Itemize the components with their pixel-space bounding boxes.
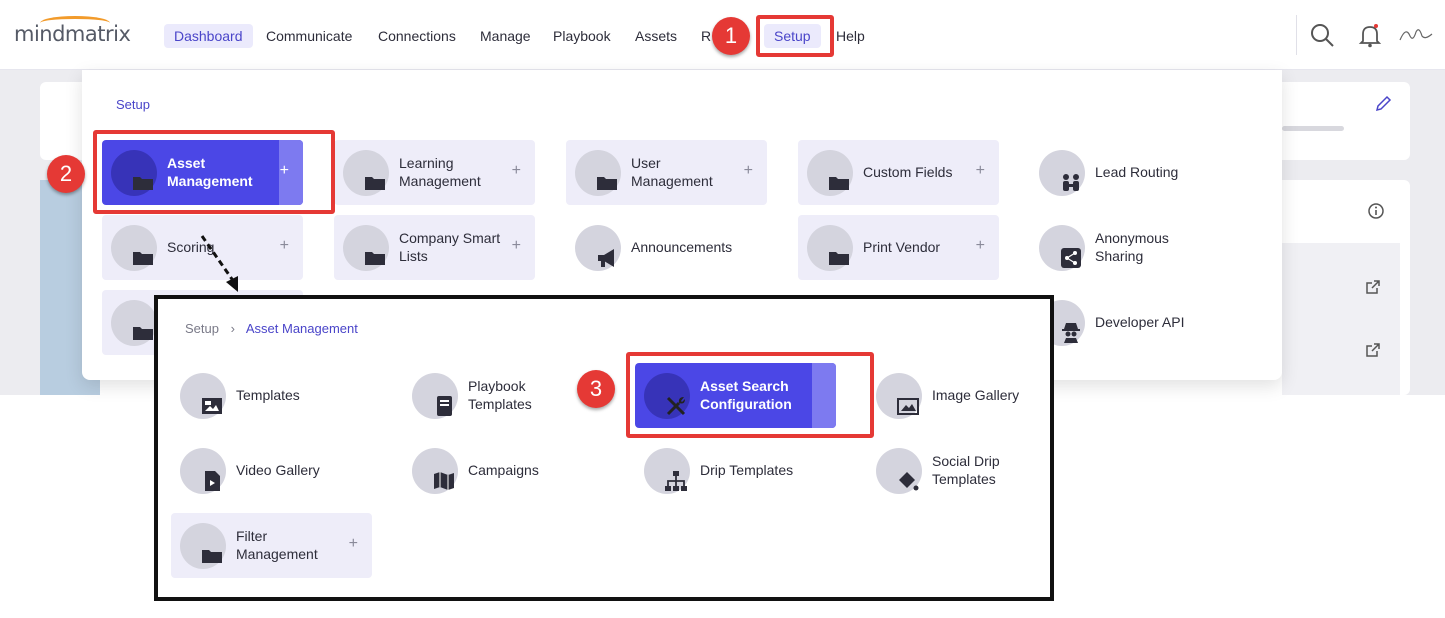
menu-breadcrumb[interactable]: Setup bbox=[116, 97, 150, 112]
book-icon bbox=[437, 396, 452, 416]
tile-playbook-templates[interactable]: Playbook Templates bbox=[403, 363, 604, 428]
step-badge-1: 1 bbox=[712, 17, 750, 55]
tile-announcements[interactable]: Announcements bbox=[566, 215, 767, 280]
nav-dashboard[interactable]: Dashboard bbox=[164, 24, 253, 48]
sitemap-icon bbox=[665, 471, 687, 491]
dashed-arrow bbox=[200, 235, 238, 292]
tile-label: Video Gallery bbox=[236, 462, 320, 478]
expand-plus-icon[interactable]: + bbox=[512, 237, 521, 255]
people-icon bbox=[1063, 174, 1079, 191]
tile-company-smart-lists[interactable]: Company Smart Lists + bbox=[334, 215, 535, 280]
tile-label: Campaigns bbox=[468, 462, 539, 478]
expand-plus-icon[interactable]: + bbox=[512, 162, 521, 180]
tile-anonymous-sharing[interactable]: Anonymous Sharing bbox=[1030, 215, 1231, 280]
tile-label: Filter Management bbox=[236, 528, 318, 562]
tile-label: Learning Management bbox=[399, 155, 481, 189]
folder-icon bbox=[133, 327, 153, 340]
pencil-icon[interactable] bbox=[1374, 95, 1392, 113]
breadcrumb-setup[interactable]: Setup bbox=[185, 321, 219, 336]
nav-assets[interactable]: Assets bbox=[625, 24, 687, 48]
tile-developer-api[interactable]: Developer API bbox=[1030, 290, 1231, 355]
tile-learning-management[interactable]: Learning Management + bbox=[334, 140, 535, 205]
zoom-breadcrumb: Setup › Asset Management bbox=[185, 321, 358, 336]
step-badge-3: 3 bbox=[577, 370, 615, 408]
tile-label: Playbook Templates bbox=[468, 378, 532, 412]
image-icon bbox=[202, 398, 222, 414]
expand-plus-icon[interactable]: + bbox=[976, 237, 985, 255]
paint-bucket-icon bbox=[899, 472, 919, 491]
folder-icon bbox=[365, 177, 385, 190]
folder-icon bbox=[202, 550, 222, 563]
share-icon bbox=[1061, 248, 1081, 268]
expand-plus-icon[interactable]: + bbox=[349, 535, 358, 553]
folder-icon bbox=[597, 177, 617, 190]
tile-image-gallery[interactable]: Image Gallery bbox=[867, 363, 1068, 428]
tile-drip-templates[interactable]: Drip Templates bbox=[635, 438, 836, 503]
search-icon[interactable] bbox=[1309, 22, 1335, 48]
folder-icon bbox=[133, 252, 153, 265]
expand-plus-icon[interactable]: + bbox=[976, 162, 985, 180]
tile-video-gallery[interactable]: Video Gallery bbox=[171, 438, 372, 503]
tile-label: Custom Fields bbox=[863, 164, 953, 180]
nav-connections[interactable]: Connections bbox=[368, 24, 466, 48]
progress-track bbox=[1282, 126, 1344, 131]
megaphone-icon bbox=[598, 249, 614, 267]
highlight-setup bbox=[756, 15, 834, 57]
logo[interactable]: mindmatrix bbox=[14, 22, 131, 46]
tile-label: Company Smart Lists bbox=[399, 230, 501, 264]
tile-campaigns[interactable]: Campaigns bbox=[403, 438, 604, 503]
highlight-asset-search-configuration bbox=[626, 352, 874, 438]
tile-label: Developer API bbox=[1095, 314, 1185, 330]
folder-icon bbox=[829, 177, 849, 190]
nav-divider bbox=[1296, 15, 1297, 55]
tile-label: Lead Routing bbox=[1095, 164, 1179, 180]
tile-label: Anonymous Sharing bbox=[1095, 230, 1169, 264]
map-icon bbox=[434, 472, 454, 490]
expand-plus-icon[interactable]: + bbox=[744, 162, 753, 180]
tile-label: Social Drip Templates bbox=[932, 453, 1000, 487]
external-link-icon[interactable] bbox=[1365, 342, 1381, 358]
folder-icon bbox=[365, 252, 385, 265]
expand-plus-icon[interactable]: + bbox=[280, 237, 289, 255]
tile-templates[interactable]: Templates bbox=[171, 363, 372, 428]
tile-label: Image Gallery bbox=[932, 387, 1020, 403]
tile-print-vendor[interactable]: Print Vendor + bbox=[798, 215, 999, 280]
tile-social-drip-templates[interactable]: Social Drip Templates bbox=[867, 438, 1068, 503]
tile-user-management[interactable]: User Management + bbox=[566, 140, 767, 205]
tile-label: Drip Templates bbox=[700, 462, 794, 478]
tile-filter-management[interactable]: Filter Management + bbox=[171, 513, 372, 578]
spy-icon bbox=[1062, 323, 1080, 343]
nav-manage[interactable]: Manage bbox=[470, 24, 541, 48]
info-icon[interactable] bbox=[1367, 202, 1385, 220]
image-icon bbox=[897, 398, 919, 415]
tile-label: User Management bbox=[631, 155, 713, 189]
bell-icon[interactable] bbox=[1357, 22, 1383, 48]
tile-label: Print Vendor bbox=[863, 239, 941, 255]
side-panel bbox=[1282, 243, 1400, 395]
tile-custom-fields[interactable]: Custom Fields + bbox=[798, 140, 999, 205]
highlight-asset-management bbox=[93, 130, 335, 214]
signature-avatar[interactable] bbox=[1398, 22, 1434, 48]
breadcrumb-separator: › bbox=[230, 321, 235, 336]
tile-label: Announcements bbox=[631, 239, 733, 255]
folder-icon bbox=[829, 252, 849, 265]
tile-label: Templates bbox=[236, 387, 300, 403]
nav-playbook[interactable]: Playbook bbox=[543, 24, 621, 48]
tile-lead-routing[interactable]: Lead Routing bbox=[1030, 140, 1231, 205]
step-badge-2: 2 bbox=[47, 155, 85, 193]
video-file-icon bbox=[205, 471, 220, 491]
nav-communicate[interactable]: Communicate bbox=[256, 24, 362, 48]
breadcrumb-asset-management[interactable]: Asset Management bbox=[246, 321, 358, 336]
external-link-icon[interactable] bbox=[1365, 279, 1381, 295]
